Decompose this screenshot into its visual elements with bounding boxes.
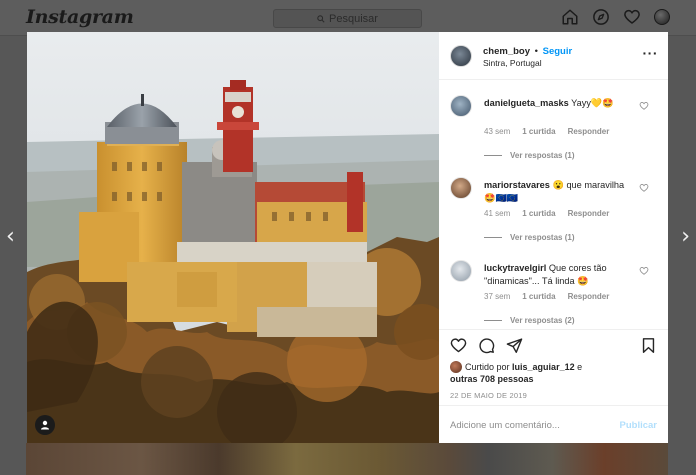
like-heart-icon[interactable] <box>450 337 467 354</box>
comment-username[interactable]: luckytravelgirl <box>484 263 546 273</box>
comment-like-icon[interactable] <box>639 266 649 276</box>
view-replies-button[interactable]: Ver respostas (1) <box>484 233 574 242</box>
comment-body: Yayy💛🤩 <box>571 98 614 108</box>
separator-dot: • <box>534 46 538 57</box>
follow-button[interactable]: Seguir <box>543 46 573 57</box>
next-post-arrow[interactable]: › <box>681 226 690 248</box>
profile-avatar[interactable] <box>654 9 670 25</box>
post-photo[interactable] <box>27 32 439 443</box>
comment-like-count[interactable]: 1 curtida <box>522 209 555 218</box>
comment-text-block: luckytravelgirl Que cores tão "dinamicas… <box>484 262 634 287</box>
view-replies-button[interactable]: Ver respostas (1) <box>484 151 574 160</box>
comment-time[interactable]: 43 sem <box>484 127 510 136</box>
comment-like-icon[interactable] <box>639 101 649 111</box>
comment-time[interactable]: 41 sem <box>484 209 510 218</box>
more-options-icon[interactable]: ··· <box>643 46 659 60</box>
post-header: chem_boy • Seguir Sintra, Portugal ··· <box>439 32 668 80</box>
view-replies-label: Ver respostas (1) <box>510 233 575 242</box>
share-paper-plane-icon[interactable] <box>506 337 523 354</box>
user-tag-icon <box>41 420 49 430</box>
search-box[interactable]: Pesquisar <box>273 9 422 28</box>
comments-list: danielgueta_masks Yayy💛🤩 43 sem 1 curtid… <box>439 81 668 329</box>
save-bookmark-icon[interactable] <box>640 337 657 354</box>
comment-text-block: mariorstavares 😮 que maravilha 🤩🇪🇺🇪🇺 <box>484 179 634 204</box>
publish-comment-button[interactable]: Publicar <box>620 420 658 431</box>
background-feed-preview <box>26 443 668 475</box>
top-navigation-bar: Instagram Pesquisar <box>0 0 696 36</box>
liked-by-user[interactable]: luis_aguiar_12 <box>512 362 575 372</box>
comment-like-count[interactable]: 1 curtida <box>522 292 555 301</box>
search-placeholder: Pesquisar <box>329 12 378 25</box>
comment-bubble-icon[interactable] <box>478 337 495 354</box>
view-replies-button[interactable]: Ver respostas (2) <box>484 316 574 325</box>
commenter-avatar[interactable] <box>450 95 472 117</box>
nav-icon-group <box>561 8 670 26</box>
view-replies-label: Ver respostas (1) <box>510 151 575 160</box>
author-avatar[interactable] <box>450 45 472 67</box>
commenter-avatar[interactable] <box>450 177 472 199</box>
liker-avatar[interactable] <box>450 361 462 373</box>
user-tag-button[interactable] <box>35 415 55 435</box>
replies-divider-line <box>484 320 502 321</box>
replies-divider-line <box>484 237 502 238</box>
heart-icon[interactable] <box>623 8 641 26</box>
comment-meta: 43 sem 1 curtida Responder <box>484 127 609 136</box>
comment-text-block: danielgueta_masks Yayy💛🤩 <box>484 97 634 110</box>
comment-meta: 41 sem 1 curtida Responder <box>484 209 609 218</box>
comment-meta: 37 sem 1 curtida Responder <box>484 292 609 301</box>
liked-by-conjunction: e <box>577 362 583 372</box>
pena-palace-photo <box>27 32 439 443</box>
author-username[interactable]: chem_boy <box>483 46 530 57</box>
comment-input[interactable] <box>450 416 610 434</box>
search-icon <box>317 14 325 23</box>
reply-button[interactable]: Responder <box>568 292 610 301</box>
explore-compass-icon[interactable] <box>592 8 610 26</box>
previous-post-arrow[interactable]: ‹ <box>6 226 15 248</box>
view-replies-label: Ver respostas (2) <box>510 316 575 325</box>
comment-like-icon[interactable] <box>639 183 649 193</box>
home-icon[interactable] <box>561 8 579 26</box>
comment-username[interactable]: danielgueta_masks <box>484 98 569 108</box>
action-buttons <box>450 337 523 354</box>
comment-time[interactable]: 37 sem <box>484 292 510 301</box>
comment-username[interactable]: mariorstavares <box>484 180 550 190</box>
comment-like-count[interactable]: 1 curtida <box>522 127 555 136</box>
author-line: chem_boy • Seguir <box>483 46 572 57</box>
reply-button[interactable]: Responder <box>568 127 610 136</box>
liked-by-text: Curtido por luis_aguiar_12 e outras 708 … <box>450 361 650 385</box>
liked-by-others[interactable]: outras 708 pessoas <box>450 374 534 384</box>
commenter-avatar[interactable] <box>450 260 472 282</box>
instagram-logo[interactable]: Instagram <box>26 6 134 28</box>
add-comment-bar: Publicar <box>439 405 668 443</box>
post-location[interactable]: Sintra, Portugal <box>483 58 542 68</box>
replies-divider-line <box>484 155 502 156</box>
post-date[interactable]: 22 DE MAIO DE 2019 <box>450 391 527 400</box>
liked-by-prefix: Curtido por <box>465 362 510 372</box>
post-detail-panel: chem_boy • Seguir Sintra, Portugal ··· d… <box>439 32 668 443</box>
reply-button[interactable]: Responder <box>568 209 610 218</box>
